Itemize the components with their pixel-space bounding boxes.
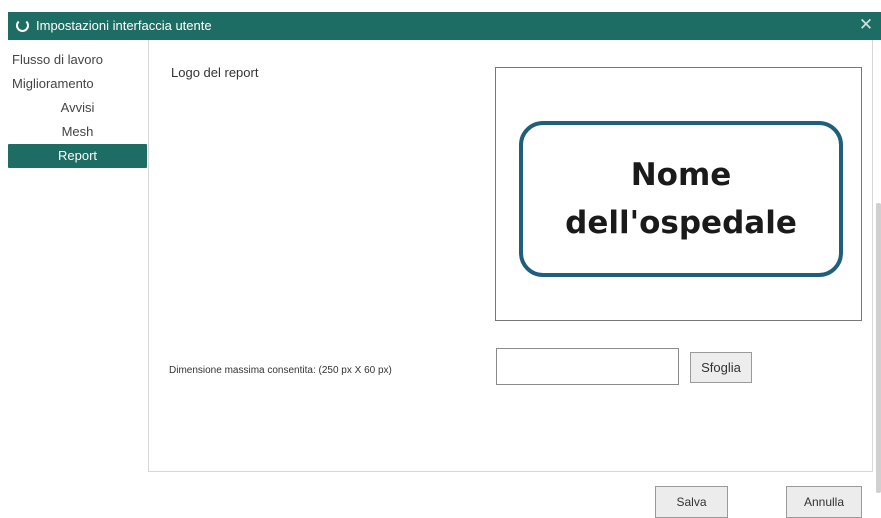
max-size-hint: Dimensione massima consentita: (250 px X… (169, 365, 392, 376)
sidebar-item-miglioramento[interactable]: Miglioramento (8, 72, 147, 96)
sidebar: Flusso di lavoro Miglioramento Avvisi Me… (8, 48, 147, 168)
logo-file-path-input[interactable] (496, 348, 679, 385)
logo-label: Logo del report (171, 65, 259, 80)
sidebar-item-mesh[interactable]: Mesh (8, 120, 147, 144)
sidebar-item-report[interactable]: Report (8, 144, 147, 168)
app-ring-icon (16, 19, 29, 32)
title-bar: Impostazioni interfaccia utente ✕ (8, 12, 881, 40)
sidebar-item-avvisi[interactable]: Avvisi (8, 96, 147, 120)
sidebar-item-flusso-di-lavoro[interactable]: Flusso di lavoro (8, 48, 147, 72)
browse-button[interactable]: Sfoglia (690, 352, 752, 383)
vertical-scrollbar[interactable] (876, 203, 881, 493)
close-icon[interactable]: ✕ (857, 14, 875, 36)
window-title: Impostazioni interfaccia utente (36, 18, 212, 33)
report-settings-panel: Logo del report Nome dell'ospedale Dimen… (148, 40, 881, 493)
cancel-button[interactable]: Annulla (786, 486, 862, 518)
logo-preview-frame: Nome dell'ospedale (495, 67, 862, 321)
logo-preview-image: Nome dell'ospedale (519, 121, 843, 277)
save-button[interactable]: Salva (655, 486, 728, 518)
